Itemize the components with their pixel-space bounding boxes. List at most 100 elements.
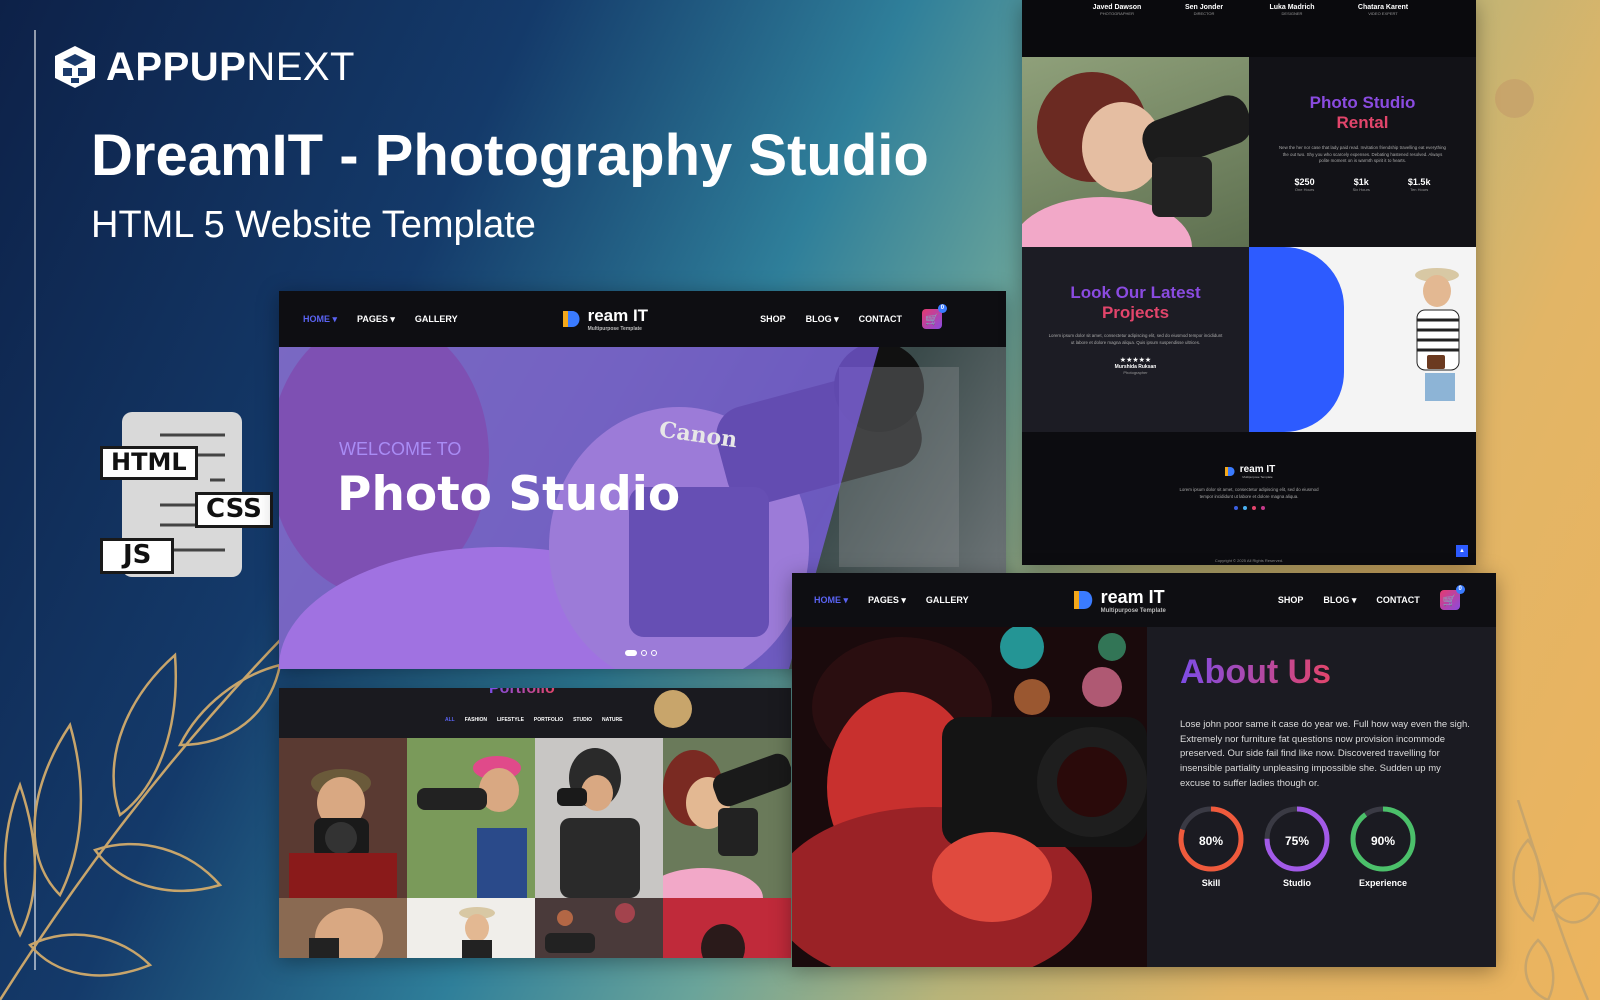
instagram-icon[interactable]: [1260, 506, 1265, 511]
nav-blog[interactable]: BLOG ▾: [1323, 595, 1356, 606]
dreamit-d-icon: [562, 311, 580, 327]
filter-nature[interactable]: NATURE: [602, 717, 622, 723]
filter-studio[interactable]: STUDIO: [573, 717, 592, 723]
portfolio-image[interactable]: [279, 898, 407, 958]
hero-heading: Photo Studio: [337, 467, 681, 522]
twitter-icon[interactable]: [1242, 506, 1247, 511]
filter-portfolio[interactable]: PORTFOLIO: [534, 717, 563, 723]
html-label: HTML: [100, 446, 198, 480]
portfolio-image[interactable]: [663, 898, 791, 958]
filter-fashion[interactable]: FASHION: [465, 717, 487, 723]
skill-label: Studio: [1283, 878, 1311, 888]
footer-text: Lorem ipsum dolor sit amet, consectetur …: [1179, 487, 1319, 499]
portfolio-image[interactable]: [663, 738, 791, 898]
js-label: JS: [100, 538, 175, 574]
rating-stars: ★★★★★: [1119, 357, 1152, 365]
nav-home[interactable]: HOME ▾: [303, 314, 337, 325]
skill-meter: 80% Skill: [1177, 805, 1245, 888]
nav-shop[interactable]: SHOP: [1278, 595, 1304, 605]
rental-stats: $250 One Hours $1k Six Hours $1.5k Ten Hour…: [1249, 177, 1476, 192]
portfolio-image[interactable]: [535, 898, 663, 958]
team-name: Luka Madrich: [1269, 4, 1315, 11]
skill-value: 75%: [1284, 834, 1310, 848]
dreamit-logo[interactable]: ream IT Multipurpose Template: [560, 306, 648, 332]
youtube-icon[interactable]: [1251, 506, 1256, 511]
nav-pages[interactable]: PAGES ▾: [357, 314, 395, 325]
tech-stack-graphic: HTML CSS JS: [100, 410, 285, 585]
nav-contact[interactable]: CONTACT: [1376, 595, 1419, 605]
dreamit-logo[interactable]: ream IT Multipurpose Template: [1071, 587, 1166, 614]
latest-title-2: Projects: [1101, 303, 1170, 322]
css-label: CSS: [195, 492, 273, 528]
rental-section: Photo Studio Rental New the her nor case…: [1249, 57, 1476, 247]
slider-dots: [625, 650, 657, 656]
portfolio-image[interactable]: [407, 738, 535, 898]
social-icons: [1022, 506, 1476, 511]
about-title: About Us: [1180, 653, 1332, 691]
copyright: Copyright © 2025 All Rights Reserved.: [1214, 558, 1284, 563]
nav-gallery[interactable]: GALLERY: [926, 595, 969, 605]
skill-value: 90%: [1370, 834, 1396, 848]
blue-wave-shape: [1249, 247, 1344, 432]
slider-dot-active[interactable]: [625, 650, 637, 656]
nav-pages[interactable]: PAGES ▾: [868, 595, 906, 606]
hero-navbar: HOME ▾ PAGES ▾ GALLERY ream IT Multipurpo…: [279, 291, 1006, 347]
skill-meter: 75% Studio: [1263, 805, 1331, 888]
nav-blog[interactable]: BLOG ▾: [806, 314, 839, 325]
team-role: PHOTOGRAPHER: [1100, 11, 1134, 16]
rental-stat-value: $1k: [1353, 176, 1369, 187]
template-preview-panel: Javed Dawson PHOTOGRAPHER Sen Jonder DIREC…: [1022, 0, 1476, 565]
rental-stat-label: Ten Hours: [1410, 186, 1429, 192]
portfolio-image[interactable]: [279, 738, 407, 898]
about-panel: HOME ▾ PAGES ▾ GALLERY ream IT Multipurpo…: [792, 573, 1496, 967]
page-subtitle: HTML 5 Website Template: [91, 204, 536, 246]
about-text: Lose john poor same it case do year we. …: [1180, 719, 1470, 789]
logo-text: ream IT: [587, 306, 649, 325]
skill-label: Experience: [1358, 878, 1408, 888]
logo-text: ream IT: [1100, 586, 1165, 607]
team-role: DESIGNER: [1281, 11, 1303, 16]
skills-row: 80% Skill 75% Studio 90% Experience: [1177, 805, 1417, 888]
slider-dot[interactable]: [641, 650, 647, 656]
slider-dot[interactable]: [651, 650, 657, 656]
logo-tagline: Multipurpose Template: [1100, 607, 1166, 614]
portfolio-image[interactable]: [535, 738, 663, 898]
footer-logo[interactable]: ream IT Multipurpose Template: [1022, 464, 1476, 479]
nav-gallery[interactable]: GALLERY: [415, 314, 458, 324]
latest-text: Lorem ipsum dolor sit amet, consectetur …: [1048, 333, 1223, 345]
logo-text: ream IT: [1239, 464, 1276, 475]
photographer-illustration: [1022, 72, 1249, 247]
filter-all[interactable]: ALL: [445, 717, 455, 723]
portfolio-title: Portfolio: [489, 688, 555, 698]
team-name: Sen Jonder: [1184, 4, 1224, 11]
page-title: DreamIT - Photography Studio: [91, 123, 929, 188]
skill-meter: 90% Experience: [1349, 805, 1417, 888]
team-strip: Javed Dawson PHOTOGRAPHER Sen Jonder DIREC…: [1022, 0, 1476, 57]
rental-stat-value: $250: [1294, 176, 1315, 187]
filter-lifestyle[interactable]: LIFESTYLE: [497, 717, 524, 723]
cart-button[interactable]: 🛒 0: [921, 304, 947, 329]
facebook-icon[interactable]: [1233, 506, 1238, 511]
rental-photo: [1022, 57, 1249, 247]
cart-icon: 🛒: [925, 313, 939, 326]
team-name: Chatara Karent: [1357, 4, 1409, 11]
nav-home[interactable]: HOME ▾: [814, 595, 848, 606]
nav-shop[interactable]: SHOP: [760, 314, 786, 324]
team-role: DIRECTOR: [1193, 11, 1215, 16]
hero-welcome: WELCOME TO: [339, 439, 462, 459]
logo-tagline: Multipurpose Template: [1242, 475, 1273, 479]
author-role: Photographer: [1123, 370, 1148, 376]
portfolio-filters: ALL FASHION LIFESTYLE PORTFOLIO STUDIO N…: [445, 717, 622, 723]
gold-leaf-decoration: [0, 635, 286, 1000]
brand-logo: APPUPNEXT: [52, 44, 355, 90]
rental-stat-label: One Hours: [1294, 186, 1315, 192]
cart-button[interactable]: 🛒 0: [1439, 585, 1465, 610]
gold-dot-decoration: [654, 690, 692, 728]
gold-dot-decoration: [1495, 79, 1534, 118]
dreamit-d-icon: [1073, 591, 1092, 609]
nav-contact[interactable]: CONTACT: [859, 314, 902, 324]
scroll-top-button[interactable]: ▲: [1456, 545, 1468, 557]
about-photo: [792, 627, 1147, 967]
portfolio-image[interactable]: [407, 898, 535, 958]
gold-leaf-right-decoration: [1512, 800, 1600, 1000]
